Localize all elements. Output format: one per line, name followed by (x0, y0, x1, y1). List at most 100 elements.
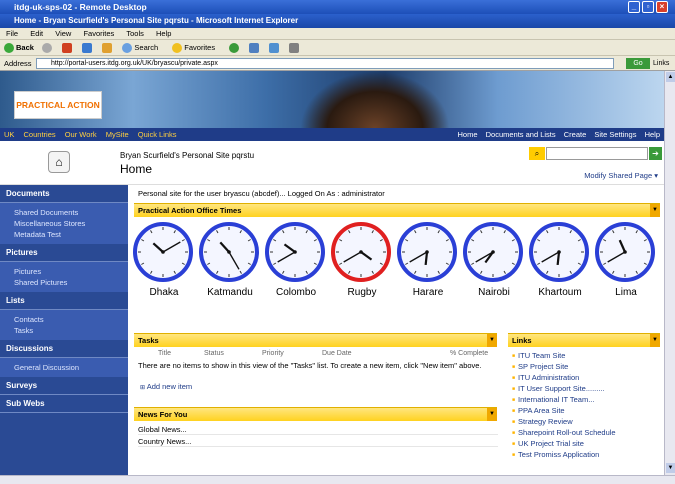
menu-help[interactable]: Help (156, 29, 171, 38)
sidebar-item-general-discussion[interactable]: General Discussion (0, 362, 128, 373)
media-button[interactable] (229, 43, 241, 54)
clock-lima: Lima (594, 221, 658, 298)
nav-help[interactable]: Help (645, 130, 660, 139)
sidebar-item-pictures[interactable]: Pictures (0, 266, 128, 277)
add-icon: ⊞ (140, 385, 147, 391)
print-button[interactable] (289, 43, 301, 54)
clock-face-icon (133, 222, 193, 282)
restore-icon[interactable]: ▫ (642, 1, 654, 13)
search-button[interactable]: Search (122, 43, 164, 54)
horizontal-scrollbar[interactable] (0, 475, 675, 484)
sidebar-heading-discussions[interactable]: Discussions (0, 340, 128, 358)
practical-action-logo[interactable]: PRACTICAL ACTION (14, 91, 102, 119)
clock-center (623, 250, 627, 254)
link-item[interactable]: Sharepoint Roll-out Schedule (512, 428, 616, 438)
sidebar-heading-pictures[interactable]: Pictures (0, 244, 128, 262)
sidebar-heading-lists[interactable]: Lists (0, 292, 128, 310)
browser-toolbar: Back Search Favorites (0, 40, 675, 56)
back-button[interactable]: Back (4, 43, 34, 54)
nav-site-settings[interactable]: Site Settings (594, 130, 636, 139)
nav-home[interactable]: Home (458, 130, 478, 139)
webpart-menu-icon[interactable]: ▼ (487, 334, 497, 347)
address-label: Address (4, 59, 32, 68)
sidebar-item-metadata-test[interactable]: Metadata Test (0, 229, 128, 240)
link-item[interactable]: UK Project Trial site (512, 439, 584, 449)
menu-edit[interactable]: Edit (30, 29, 43, 38)
add-new-item-link[interactable]: ⊞ Add new item (140, 382, 192, 391)
news-title: News For You (138, 410, 188, 419)
site-search-input[interactable] (546, 147, 648, 160)
top-nav-right: Home Documents and Lists Create Site Set… (452, 128, 661, 141)
forward-button[interactable] (42, 43, 54, 54)
nav-uk[interactable]: UK (4, 130, 14, 139)
nav-mysite[interactable]: MySite (106, 130, 129, 139)
links-button[interactable]: Links (653, 56, 669, 71)
browser-title: Home - Bryan Scurfield's Personal Site p… (14, 16, 299, 25)
address-input[interactable]: http://portal-users.itdg.org.uk/UK/bryas… (36, 58, 614, 69)
link-item[interactable]: Strategy Review (512, 417, 573, 427)
link-item[interactable]: IT User Support Site......... (512, 384, 605, 394)
home-button[interactable] (102, 43, 114, 54)
search-go-button[interactable]: ➔ (649, 147, 662, 160)
scroll-down-icon[interactable]: ▼ (666, 463, 675, 473)
scroll-up-icon[interactable]: ▲ (666, 72, 675, 82)
webpart-menu-icon[interactable]: ▼ (650, 334, 660, 347)
mail-button[interactable] (269, 43, 281, 54)
link-item[interactable]: ITU Team Site (512, 351, 565, 361)
column-due-date[interactable]: Due Date (322, 350, 352, 357)
link-item[interactable]: ITU Administration (512, 373, 579, 383)
links-title: Links (512, 336, 532, 345)
column-priority[interactable]: Priority (262, 350, 284, 357)
menu-favorites[interactable]: Favorites (83, 29, 114, 38)
nav-quick-links[interactable]: Quick Links (138, 130, 177, 139)
sidebar-item-shared-documents[interactable]: Shared Documents (0, 207, 128, 218)
refresh-icon (82, 43, 93, 54)
sidebar-heading-surveys[interactable]: Surveys (0, 377, 128, 395)
nav-create[interactable]: Create (564, 130, 587, 139)
sidebar-heading-documents[interactable]: Documents (0, 185, 128, 203)
history-button[interactable] (249, 43, 261, 54)
menu-view[interactable]: View (55, 29, 71, 38)
clock-face-icon (397, 222, 457, 282)
webpart-menu-icon[interactable]: ▼ (650, 204, 660, 217)
refresh-button[interactable] (82, 43, 94, 54)
link-item[interactable]: Test Promiss Application (512, 450, 599, 460)
modify-shared-page-button[interactable]: Modify Shared Page ▾ (584, 171, 658, 180)
nav-documents-lists[interactable]: Documents and Lists (486, 130, 556, 139)
go-button[interactable]: Go (626, 58, 650, 69)
house-icon[interactable]: ⌂ (48, 151, 70, 173)
clock-center (161, 250, 165, 254)
clock-katmandu: Katmandu (198, 221, 262, 298)
sidebar-item-misc-stores[interactable]: Miscellaneous Stores (0, 218, 128, 229)
menu-file[interactable]: File (6, 29, 18, 38)
news-item[interactable]: Global News... (138, 424, 498, 435)
search-icon (122, 43, 133, 54)
minimize-icon[interactable]: _ (628, 1, 640, 13)
nav-our-work[interactable]: Our Work (65, 130, 97, 139)
menu-tools[interactable]: Tools (126, 29, 144, 38)
link-item[interactable]: SP Project Site (512, 362, 568, 372)
sidebar-heading-sub-webs[interactable]: Sub Webs (0, 395, 128, 413)
clock-face-icon (199, 222, 259, 282)
sidebar-item-shared-pictures[interactable]: Shared Pictures (0, 277, 128, 288)
clock-colombo: Colombo (264, 221, 328, 298)
sidebar-item-tasks[interactable]: Tasks (0, 325, 128, 336)
clock-city-label: Nairobi (478, 287, 510, 298)
news-item[interactable]: Country News... (138, 436, 498, 447)
column-status[interactable]: Status (204, 350, 224, 357)
column-complete[interactable]: % Complete (450, 350, 488, 357)
close-icon[interactable]: × (656, 1, 668, 13)
print-icon (289, 43, 300, 54)
history-icon (249, 43, 260, 54)
sidebar-item-contacts[interactable]: Contacts (0, 314, 128, 325)
nav-countries[interactable]: Countries (24, 130, 56, 139)
search-scope-icon[interactable]: ⌕ (529, 147, 545, 160)
link-item[interactable]: International IT Team... (512, 395, 594, 405)
clock-khartoum: Khartoum (528, 221, 592, 298)
favorites-button[interactable]: Favorites (172, 43, 221, 54)
webpart-menu-icon[interactable]: ▼ (487, 408, 497, 421)
link-item[interactable]: PPA Area Site (512, 406, 565, 416)
column-title[interactable]: Title (158, 350, 171, 357)
vertical-scrollbar[interactable]: ▲ ▼ (664, 71, 675, 475)
stop-button[interactable] (62, 43, 74, 54)
